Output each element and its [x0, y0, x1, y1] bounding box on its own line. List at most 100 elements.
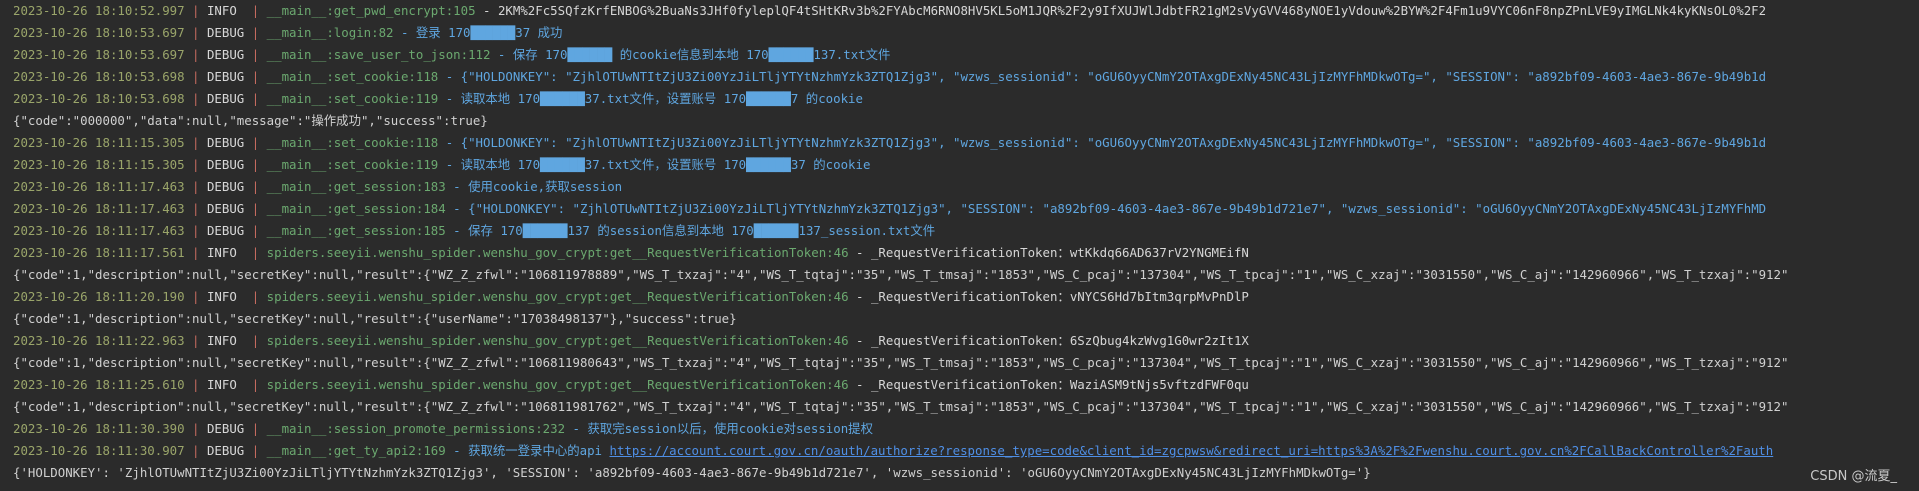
- log-level: DEBUG: [206, 223, 245, 238]
- separator: -: [848, 245, 871, 260]
- log-line: {"code":1,"description":null,"secretKey"…: [0, 396, 1919, 418]
- separator: |: [244, 245, 267, 260]
- log-line: 2023-10-26 18:11:15.305 | DEBUG | __main…: [0, 132, 1919, 154]
- separator: |: [184, 69, 207, 84]
- log-timestamp: 2023-10-26 18:11:17.463: [13, 179, 185, 194]
- log-message: 获取统一登录中心的api: [468, 443, 603, 458]
- log-message: 获取完session以后，使用cookie对session提权: [587, 421, 873, 436]
- log-level: DEBUG: [206, 25, 245, 40]
- log-line: {"code":1,"description":null,"secretKey"…: [0, 264, 1919, 286]
- log-timestamp: 2023-10-26 18:11:22.963: [13, 333, 185, 348]
- separator: |: [184, 421, 207, 436]
- log-module: __main__:get_session:183: [266, 179, 446, 194]
- separator: -: [393, 25, 416, 40]
- log-message: 保存 170██████137 的session信息到本地 170██████1…: [468, 223, 936, 238]
- log-level: DEBUG: [206, 443, 245, 458]
- separator: |: [184, 289, 207, 304]
- separator: |: [244, 201, 267, 216]
- separator: |: [184, 91, 207, 106]
- log-level: DEBUG: [206, 201, 245, 216]
- log-level: INFO: [206, 245, 245, 260]
- log-raw-output: {"code":1,"description":null,"secretKey"…: [13, 399, 1789, 414]
- log-line: {'HOLDONKEY': 'ZjhlOTUwNTItZjU3Zi00YzJiL…: [0, 462, 1919, 484]
- separator: |: [184, 47, 207, 62]
- log-timestamp: 2023-10-26 18:11:30.390: [13, 421, 185, 436]
- log-timestamp: 2023-10-26 18:11:15.305: [13, 135, 185, 150]
- log-message: 2KM%2Fc5SQfzKrfENBOG%2BuaNs3JHf0fyleplQF…: [497, 3, 1767, 18]
- log-line: {"code":"000000","data":null,"message":"…: [0, 110, 1919, 132]
- log-line: 2023-10-26 18:11:15.305 | DEBUG | __main…: [0, 154, 1919, 176]
- log-line: 2023-10-26 18:11:17.561 | INFO | spiders…: [0, 242, 1919, 264]
- separator: |: [184, 443, 207, 458]
- log-module: __main__:set_cookie:118: [266, 69, 439, 84]
- log-timestamp: 2023-10-26 18:11:17.463: [13, 201, 185, 216]
- log-message: 保存 170██████ 的cookie信息到本地 170██████137.t…: [512, 47, 891, 62]
- log-module: __main__:get_ty_api2:169: [266, 443, 446, 458]
- log-message: {"HOLDONKEY": "ZjhlOTUwNTItZjU3Zi00YzJiL…: [460, 69, 1767, 84]
- log-message: _RequestVerificationToken：wtKkdq66AD637r…: [870, 245, 1249, 260]
- separator: -: [438, 91, 461, 106]
- log-level: DEBUG: [206, 157, 245, 172]
- log-message: {"HOLDONKEY": "ZjhlOTUwNTItZjU3Zi00YzJiL…: [468, 201, 1767, 216]
- log-level: DEBUG: [206, 47, 245, 62]
- log-line: 2023-10-26 18:10:53.698 | DEBUG | __main…: [0, 66, 1919, 88]
- log-module: __main__:set_cookie:119: [266, 157, 439, 172]
- separator: |: [244, 223, 267, 238]
- log-level: DEBUG: [206, 135, 245, 150]
- log-console: 2023-10-26 18:10:52.997 | INFO | __main_…: [0, 0, 1919, 491]
- log-line: 2023-10-26 18:11:22.963 | INFO | spiders…: [0, 330, 1919, 352]
- log-line: 2023-10-26 18:11:30.390 | DEBUG | __main…: [0, 418, 1919, 440]
- separator: |: [184, 157, 207, 172]
- log-module: __main__:get_session:184: [266, 201, 446, 216]
- separator: -: [438, 69, 461, 84]
- separator: |: [184, 377, 207, 392]
- log-timestamp: 2023-10-26 18:10:53.697: [13, 47, 185, 62]
- log-raw-output: {"code":1,"description":null,"secretKey"…: [13, 355, 1789, 370]
- log-level: INFO: [206, 3, 245, 18]
- log-timestamp: 2023-10-26 18:10:52.997: [13, 3, 185, 18]
- log-line: 2023-10-26 18:10:52.997 | INFO | __main_…: [0, 0, 1919, 22]
- separator: -: [445, 443, 469, 458]
- log-level: INFO: [206, 377, 245, 392]
- log-line: {"code":1,"description":null,"secretKey"…: [0, 352, 1919, 374]
- log-timestamp: 2023-10-26 18:10:53.698: [13, 91, 185, 106]
- log-module: __main__:get_session:185: [266, 223, 446, 238]
- separator: |: [184, 245, 207, 260]
- log-message: 登录 170██████37 成功: [415, 25, 563, 40]
- separator: |: [184, 25, 207, 40]
- log-raw-output: {"code":1,"description":null,"secretKey"…: [13, 267, 1789, 282]
- log-line: 2023-10-26 18:11:30.907 | DEBUG | __main…: [0, 440, 1919, 462]
- separator: |: [244, 157, 267, 172]
- separator: -: [438, 135, 461, 150]
- log-message: _RequestVerificationToken：WaziASM9tNjs5v…: [870, 377, 1249, 392]
- log-level: DEBUG: [206, 91, 245, 106]
- log-lines: 2023-10-26 18:10:52.997 | INFO | __main_…: [0, 0, 1919, 484]
- log-timestamp: 2023-10-26 18:10:53.698: [13, 69, 185, 84]
- log-timestamp: 2023-10-26 18:10:53.697: [13, 25, 185, 40]
- log-line: 2023-10-26 18:10:53.698 | DEBUG | __main…: [0, 88, 1919, 110]
- separator: -: [445, 201, 469, 216]
- separator: |: [244, 179, 267, 194]
- separator: |: [244, 289, 267, 304]
- log-level: INFO: [206, 333, 245, 348]
- separator: -: [490, 47, 513, 62]
- log-timestamp: 2023-10-26 18:11:15.305: [13, 157, 185, 172]
- separator: |: [244, 443, 267, 458]
- separator: -: [848, 377, 871, 392]
- separator: |: [244, 135, 267, 150]
- log-raw-output: {"code":1,"description":null,"secretKey"…: [13, 311, 737, 326]
- separator: |: [244, 91, 267, 106]
- log-timestamp: 2023-10-26 18:11:17.561: [13, 245, 185, 260]
- log-module: spiders.seeyii.wenshu_spider.wenshu_gov_…: [266, 289, 849, 304]
- log-line: {"code":1,"description":null,"secretKey"…: [0, 308, 1919, 330]
- separator: |: [184, 333, 207, 348]
- separator: -: [565, 421, 588, 436]
- log-module: __main__:session_promote_permissions:232: [266, 421, 566, 436]
- log-module: spiders.seeyii.wenshu_spider.wenshu_gov_…: [266, 333, 849, 348]
- separator: |: [244, 333, 267, 348]
- log-line: 2023-10-26 18:10:53.697 | DEBUG | __main…: [0, 44, 1919, 66]
- oauth-link[interactable]: https://account.court.gov.cn/oauth/autho…: [609, 443, 1773, 458]
- csdn-watermark: CSDN @流夏_: [1810, 469, 1897, 484]
- log-timestamp: 2023-10-26 18:11:20.190: [13, 289, 185, 304]
- log-module: __main__:set_cookie:119: [266, 91, 439, 106]
